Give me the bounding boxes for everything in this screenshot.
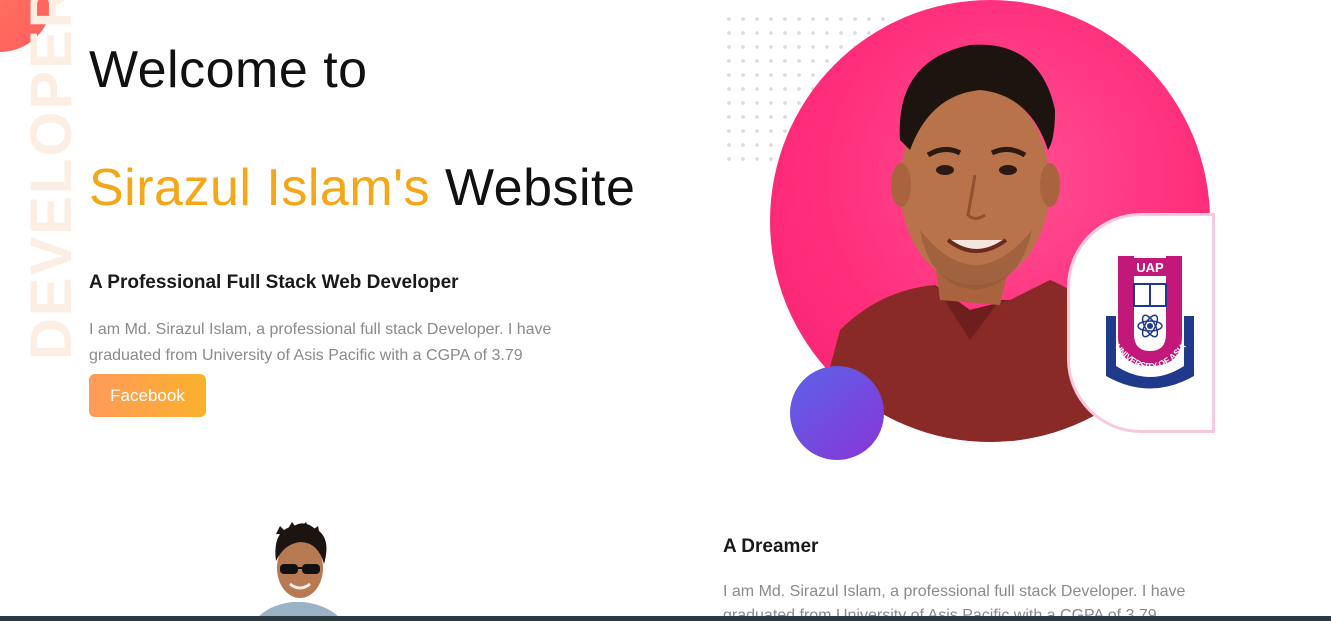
purple-ball-decoration bbox=[790, 366, 884, 460]
hero-description: I am Md. Sirazul Islam, a professional f… bbox=[89, 321, 552, 364]
about-title: A Dreamer bbox=[723, 536, 819, 557]
vertical-developer-text: DEVELOPER bbox=[19, 0, 84, 360]
hero-title-line1: Welcome to bbox=[89, 41, 368, 99]
hero-subtitle: A Professional Full Stack Web Developer bbox=[89, 272, 459, 293]
avatar bbox=[242, 516, 352, 621]
logo-label: UAP bbox=[1136, 260, 1164, 275]
university-logo-icon: UAP UNIVERSITY OF ASIA PACIFIC bbox=[1070, 216, 1194, 389]
facebook-button[interactable]: Facebook bbox=[89, 374, 206, 417]
bottom-border bbox=[0, 616, 1331, 621]
hero-title-name: Sirazul Islam's bbox=[89, 159, 431, 217]
about-description: I am Md. Sirazul Islam, a professional f… bbox=[723, 583, 1186, 621]
home-page: DEVELOPER Welcome to Sirazul Islam's Web… bbox=[0, 0, 1331, 621]
university-logo: UAP UNIVERSITY OF ASIA PACIFIC bbox=[1070, 216, 1212, 430]
hero-title-line2: Sirazul Islam's Website bbox=[89, 158, 635, 218]
person-avatar-icon bbox=[255, 522, 343, 621]
hero-title-website: Website bbox=[430, 159, 636, 217]
